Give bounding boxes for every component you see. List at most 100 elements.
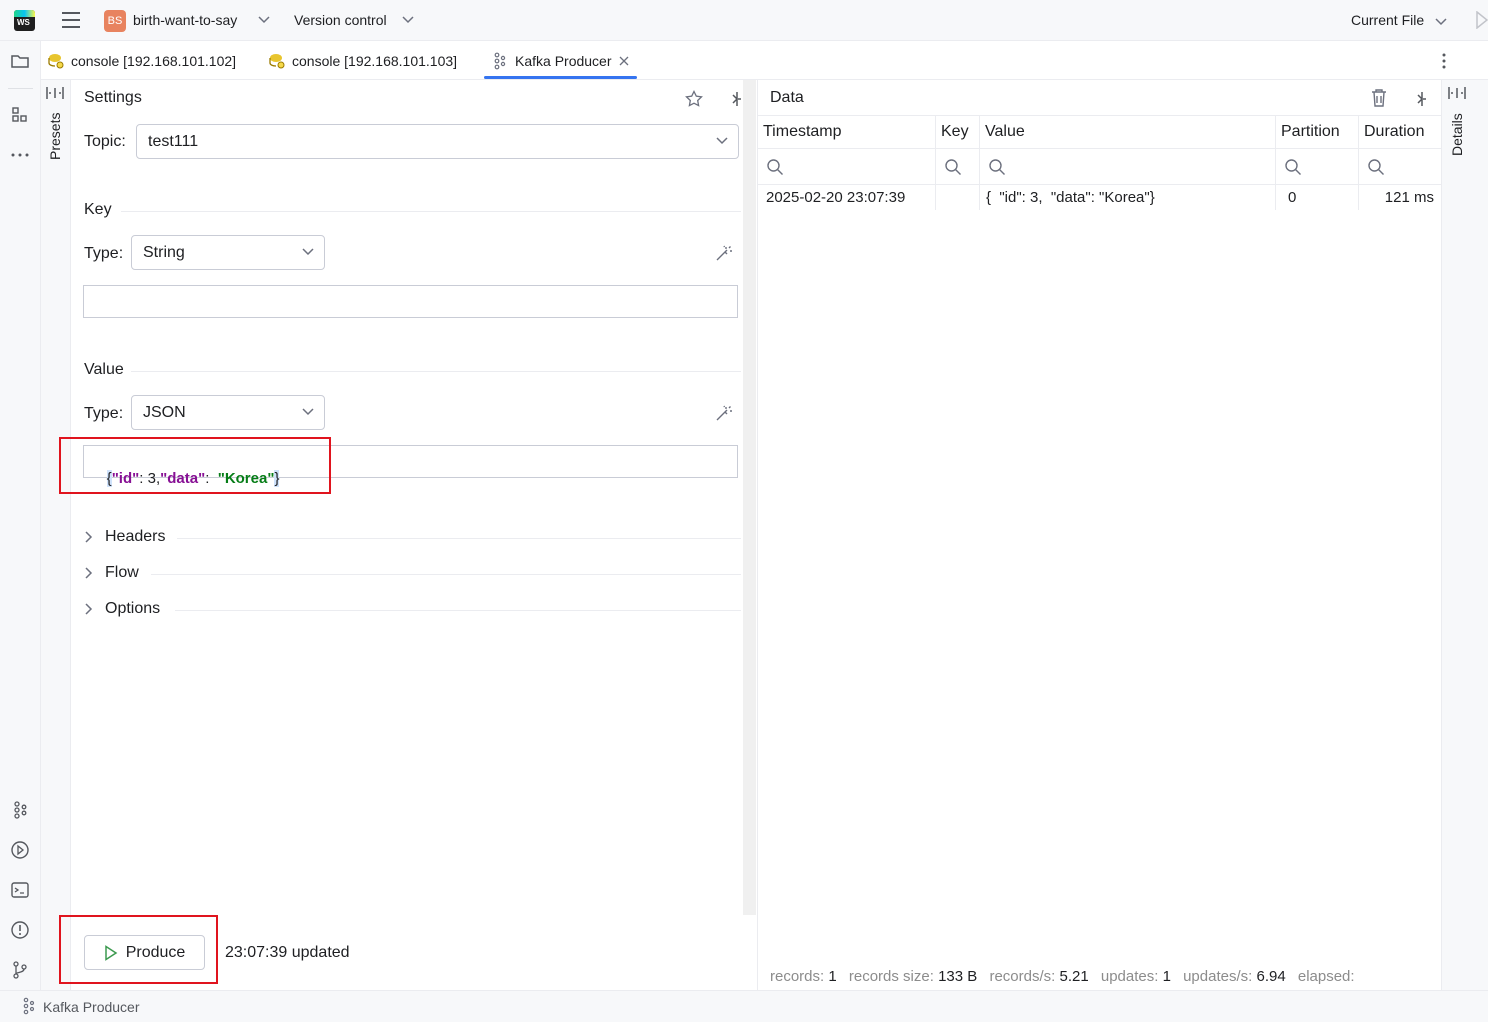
stat-label: records size: <box>848 968 934 985</box>
magic-wand-icon[interactable] <box>715 244 735 262</box>
trash-icon[interactable] <box>1370 88 1388 108</box>
db-console-icon <box>48 53 64 68</box>
search-icon <box>945 158 961 175</box>
split-icon[interactable] <box>1410 90 1430 108</box>
details-stripe: Details <box>1441 80 1488 990</box>
tab-console-103[interactable]: console [192.168.101.103] <box>268 41 457 80</box>
split-icon[interactable] <box>45 85 65 101</box>
topic-select[interactable]: test111 <box>136 124 739 159</box>
main-menu-icon[interactable] <box>61 11 81 29</box>
presets-tab[interactable]: Presets <box>47 113 63 160</box>
column-header-timestamp[interactable]: Timestamp <box>758 116 936 148</box>
data-panel: Data Timestamp Key Value Partition Durat… <box>757 80 1442 990</box>
stat-label: elapsed: <box>1297 968 1355 985</box>
search-icon <box>1285 158 1301 175</box>
value-type-label: Type: <box>84 405 124 422</box>
tab-label: console [192.168.101.102] <box>71 52 237 69</box>
terminal-icon[interactable] <box>10 880 30 900</box>
search-icon <box>767 158 783 175</box>
stat-label: updates/s: <box>1183 968 1253 985</box>
status-label[interactable]: Kafka Producer <box>43 999 140 1015</box>
magic-wand-icon[interactable] <box>715 404 735 422</box>
git-icon[interactable] <box>10 960 30 980</box>
chevron-down-icon <box>716 136 728 144</box>
chevron-down-icon <box>258 16 270 24</box>
tab-options-icon[interactable] <box>1441 52 1447 70</box>
run-config-selector[interactable]: Current File <box>1351 9 1451 33</box>
chevron-down-icon <box>302 247 314 255</box>
title-bar: WS BS birth-want-to-say Version control … <box>0 0 1488 41</box>
search-icon <box>989 158 1005 175</box>
cell-duration: 121 ms <box>1359 184 1442 210</box>
key-section-title: Key <box>84 201 112 218</box>
key-input[interactable] <box>83 285 738 318</box>
close-icon[interactable] <box>619 56 629 66</box>
stats-bar: records: 1 records size: 133 B records/s… <box>770 968 1355 985</box>
project-selector[interactable]: BS birth-want-to-say <box>104 9 274 33</box>
column-header-key[interactable]: Key <box>936 116 980 148</box>
services-icon[interactable] <box>10 840 30 860</box>
filter-partition[interactable] <box>1276 148 1359 184</box>
active-tab-underline <box>484 76 637 79</box>
value-type-value: JSON <box>143 403 186 421</box>
data-title: Data <box>770 89 804 106</box>
editor-tabs: console [192.168.101.102] console [192.1… <box>41 41 1488 80</box>
value-type-select[interactable]: JSON <box>131 395 325 430</box>
stat-label: updates: <box>1100 968 1159 985</box>
headers-section[interactable]: Headers <box>85 528 165 546</box>
key-type-value: String <box>143 243 185 261</box>
kafka-icon[interactable] <box>10 800 30 820</box>
structure-icon[interactable] <box>10 105 30 125</box>
cell-timestamp: 2025-02-20 23:07:39 <box>758 184 936 210</box>
filter-key[interactable] <box>936 148 980 184</box>
options-label: Options <box>105 600 161 617</box>
cell-partition: 0 <box>1276 184 1359 210</box>
column-header-partition[interactable]: Partition <box>1276 116 1359 148</box>
updated-status: 23:07:39 updated <box>225 944 350 961</box>
tab-kafka-producer[interactable]: Kafka Producer <box>491 41 629 80</box>
settings-scrollbar[interactable] <box>743 80 756 915</box>
app-logo[interactable]: WS <box>14 10 35 31</box>
cell-key <box>936 184 980 210</box>
db-console-icon <box>269 53 285 68</box>
project-name: birth-want-to-say <box>133 12 238 28</box>
version-control-label: Version control <box>294 12 387 28</box>
filter-duration[interactable] <box>1359 148 1442 184</box>
stat-size: 133 B <box>938 968 978 985</box>
left-tool-stripe <box>0 41 41 990</box>
key-type-select[interactable]: String <box>131 235 325 270</box>
kafka-icon <box>23 997 35 1015</box>
project-badge: BS <box>104 10 126 32</box>
stat-updates-per-sec: 6.94 <box>1256 968 1286 985</box>
filter-timestamp[interactable] <box>758 148 936 184</box>
stat-updates: 1 <box>1162 968 1171 985</box>
version-control-menu[interactable]: Version control <box>294 9 419 33</box>
flow-section[interactable]: Flow <box>85 564 139 582</box>
topic-value: test111 <box>148 132 199 150</box>
column-header-duration[interactable]: Duration <box>1359 116 1442 148</box>
folder-icon[interactable] <box>10 51 30 71</box>
problems-icon[interactable] <box>10 920 30 940</box>
tab-console-102[interactable]: console [192.168.101.102] <box>47 41 236 80</box>
chevron-down-icon <box>302 407 314 415</box>
chevron-down-icon <box>1435 18 1447 26</box>
split-icon[interactable] <box>725 90 745 108</box>
current-file-label: Current File <box>1351 12 1425 28</box>
run-icon[interactable] <box>1476 11 1488 29</box>
more-tools-icon[interactable] <box>10 145 30 165</box>
presets-stripe: Presets <box>41 80 71 990</box>
cell-value: { "id": 3, "data": "Korea"} <box>980 184 1276 210</box>
options-section[interactable]: Options <box>85 600 160 618</box>
column-header-value[interactable]: Value <box>980 116 1276 148</box>
split-icon[interactable] <box>1447 85 1467 101</box>
tab-label: console [192.168.101.103] <box>292 52 458 69</box>
highlight-box <box>59 915 218 984</box>
stat-label: records/s: <box>989 968 1056 985</box>
chevron-right-icon <box>85 531 93 543</box>
star-icon[interactable] <box>685 90 703 108</box>
settings-panel: Settings Topic: test111 Key Type: String… <box>71 80 743 990</box>
details-tab[interactable]: Details <box>1449 113 1465 156</box>
chevron-down-icon <box>402 16 414 24</box>
search-icon <box>1368 158 1384 175</box>
filter-value[interactable] <box>980 148 1276 184</box>
